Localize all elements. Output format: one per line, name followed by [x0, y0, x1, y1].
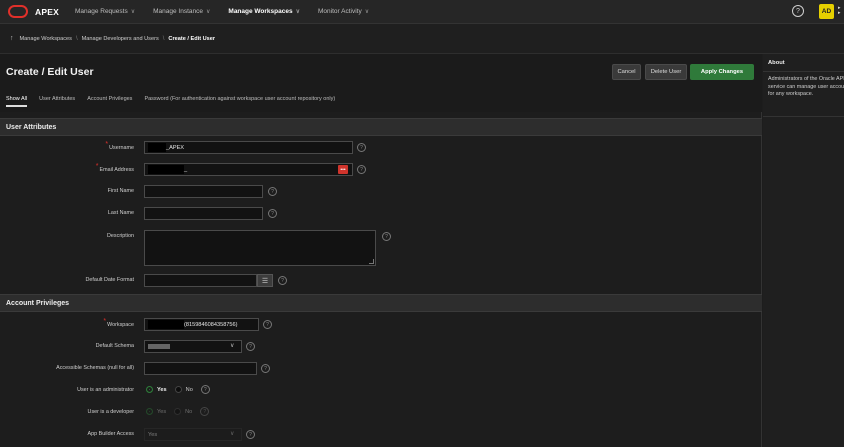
- help-icon[interactable]: ?: [382, 232, 391, 241]
- password-manager-icon[interactable]: •••: [338, 165, 348, 174]
- first-name-input[interactable]: [144, 185, 263, 198]
- breadcrumb-manage-workspaces[interactable]: Manage Workspaces: [20, 36, 72, 42]
- first-name-label: First Name: [107, 188, 134, 194]
- page-header: Create / Edit User Cancel Delete User Ap…: [0, 54, 762, 112]
- description-textarea[interactable]: [144, 230, 376, 266]
- developer-radio-group: Yes No ?: [146, 407, 210, 416]
- tab-show-all[interactable]: Show All: [6, 96, 28, 107]
- page-title: Create / Edit User: [6, 66, 94, 78]
- accessible-schemas-label: Accessible Schemas (null for all): [56, 365, 134, 371]
- help-icon[interactable]: ?: [200, 385, 210, 394]
- menu-manage-requests[interactable]: Manage Requests ∨: [75, 8, 135, 15]
- developer-yes-radio[interactable]: [146, 408, 153, 415]
- workspace-input[interactable]: (8159846084358756): [144, 318, 259, 331]
- tab-password[interactable]: Password (For authentication against wor…: [144, 96, 335, 107]
- help-icon[interactable]: ?: [278, 276, 287, 285]
- developer-no-radio[interactable]: [174, 408, 182, 415]
- region-tabs: Show All User Attributes Account Privile…: [6, 96, 347, 107]
- breadcrumb: ↑ Manage Workspaces \ Manage Developers …: [0, 24, 844, 54]
- description-label: Description: [107, 233, 134, 239]
- resize-grip-icon[interactable]: [369, 259, 374, 264]
- required-marker: *: [103, 318, 107, 325]
- delete-user-button[interactable]: Delete User: [645, 64, 687, 80]
- cancel-button[interactable]: Cancel: [612, 64, 641, 80]
- list-picker-icon[interactable]: ☰: [257, 274, 273, 287]
- email-input[interactable]: _: [144, 163, 353, 176]
- breadcrumb-separator-icon: \: [75, 35, 78, 42]
- redacted-block: [148, 320, 184, 329]
- menu-manage-instance[interactable]: Manage Instance ∨: [153, 8, 210, 15]
- required-marker: *: [105, 141, 109, 148]
- administrator-label: User is an administrator: [77, 387, 134, 393]
- chevron-down-icon: ∨: [230, 343, 235, 349]
- default-schema-select[interactable]: [144, 340, 242, 353]
- help-icon[interactable]: ?: [792, 5, 804, 17]
- tab-user-attributes[interactable]: User Attributes: [39, 96, 75, 107]
- redacted-block: [148, 344, 170, 349]
- about-text: Administrators of the Oracle APEX servic…: [768, 76, 844, 97]
- menu-manage-workspaces[interactable]: Manage Workspaces ∨: [228, 8, 300, 15]
- date-format-input[interactable]: [144, 274, 257, 287]
- chevron-down-icon: ∨: [295, 9, 300, 15]
- app-builder-label: App Builder Access: [87, 431, 134, 437]
- date-format-label: Default Date Format: [85, 277, 134, 283]
- chevron-down-icon: ∨: [230, 431, 235, 437]
- redacted-block: [148, 165, 184, 174]
- developer-label: User is a developer: [87, 409, 134, 415]
- workspace-label: *Workspace: [103, 318, 134, 328]
- about-panel: About Administrators of the Oracle APEX …: [763, 54, 844, 447]
- help-icon[interactable]: ?: [200, 407, 210, 416]
- apply-changes-button[interactable]: Apply Changes: [690, 64, 754, 80]
- chevron-down-icon: ∨: [206, 9, 211, 15]
- user-avatar[interactable]: AD: [819, 4, 834, 19]
- about-heading: About: [768, 60, 785, 66]
- user-menu-chevron-icon[interactable]: ▸ ▸: [838, 6, 844, 18]
- required-marker: *: [95, 163, 99, 170]
- main-menu: Manage Requests ∨ Manage Instance ∨ Manage…: [75, 8, 387, 15]
- tab-account-privileges[interactable]: Account Privileges: [87, 96, 132, 107]
- help-icon[interactable]: ?: [268, 187, 277, 196]
- up-arrow-icon[interactable]: ↑: [10, 35, 14, 42]
- divider: [763, 116, 844, 117]
- help-icon[interactable]: ?: [263, 320, 272, 329]
- username-label: *Username: [105, 141, 134, 151]
- top-nav-bar: APEX Manage Requests ∨ Manage Instance ∨ M…: [0, 0, 844, 24]
- administrator-yes-radio[interactable]: [146, 386, 153, 393]
- user-attributes-heading: User Attributes: [0, 118, 762, 136]
- help-icon[interactable]: ?: [246, 430, 255, 439]
- help-icon[interactable]: ?: [357, 165, 366, 174]
- help-icon[interactable]: ?: [246, 342, 255, 351]
- main-region: Create / Edit User Cancel Delete User Ap…: [0, 54, 762, 447]
- accessible-schemas-input[interactable]: [144, 362, 257, 375]
- oracle-logo-icon[interactable]: [8, 5, 28, 18]
- account-privileges-heading: Account Privileges: [0, 294, 762, 312]
- default-schema-label: Default Schema: [95, 343, 134, 349]
- help-icon[interactable]: ?: [261, 364, 270, 373]
- help-icon[interactable]: ?: [357, 143, 366, 152]
- apex-brand[interactable]: APEX: [35, 7, 59, 17]
- divider: [763, 71, 844, 72]
- username-input[interactable]: _APEX: [144, 141, 353, 154]
- administrator-no-radio[interactable]: [174, 386, 182, 393]
- help-icon[interactable]: ?: [268, 209, 277, 218]
- app-builder-select[interactable]: Yes: [144, 428, 242, 441]
- chevron-down-icon: ∨: [364, 9, 370, 15]
- chevron-down-icon: ∨: [130, 9, 136, 15]
- menu-monitor-activity[interactable]: Monitor Activity ∨: [318, 8, 369, 15]
- administrator-radio-group: Yes No ?: [146, 385, 210, 394]
- last-name-input[interactable]: [144, 207, 263, 220]
- email-label: *Email Address: [95, 163, 134, 173]
- breadcrumb-separator-icon: \: [162, 35, 165, 42]
- breadcrumb-manage-developers[interactable]: Manage Developers and Users: [82, 36, 159, 42]
- redacted-block: [148, 143, 166, 152]
- breadcrumb-current: Create / Edit User: [168, 35, 216, 42]
- last-name-label: Last Name: [107, 210, 134, 216]
